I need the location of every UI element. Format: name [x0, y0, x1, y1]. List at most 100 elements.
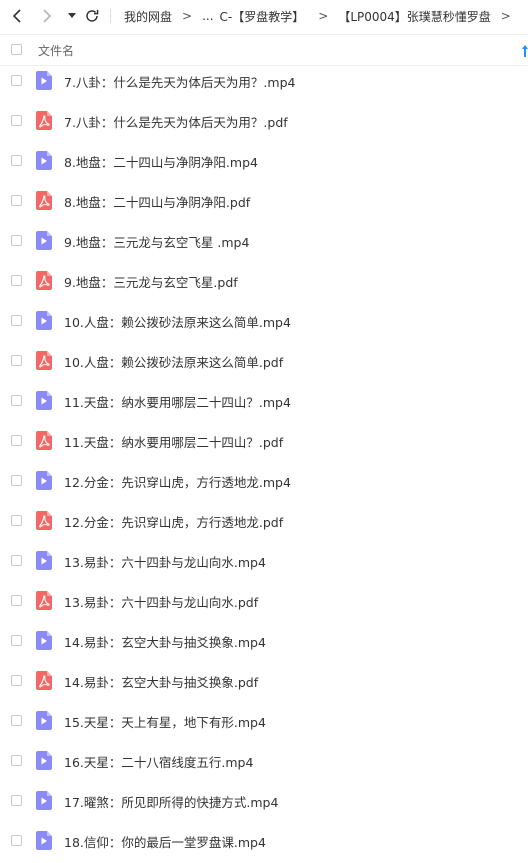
- file-row[interactable]: 10.人盘：赖公拨砂法原来这么简单.mp4: [0, 301, 528, 341]
- pdf-file-icon: [36, 591, 52, 610]
- file-name[interactable]: 7.八卦：什么是先天为体后天为用？.mp4: [64, 72, 295, 91]
- back-button[interactable]: [10, 6, 24, 26]
- file-row[interactable]: 12.分金：先识穿山虎，方行透地龙.mp4: [0, 461, 528, 501]
- breadcrumb-item-folder[interactable]: C-【罗盘教学】: [220, 8, 305, 25]
- file-name[interactable]: 10.人盘：赖公拨砂法原来这么简单.mp4: [64, 312, 291, 331]
- file-row[interactable]: 17.曜煞：所见即所得的快捷方式.mp4: [0, 781, 528, 821]
- file-row[interactable]: 12.分金：先识穿山虎，方行透地龙.pdf: [0, 501, 528, 541]
- file-row[interactable]: 13.易卦：六十四卦与龙山向水.pdf: [0, 581, 528, 621]
- file-row[interactable]: 14.易卦：玄空大卦与抽爻换象.pdf: [0, 661, 528, 701]
- row-checkbox[interactable]: [11, 595, 22, 606]
- row-checkbox[interactable]: [11, 435, 22, 446]
- row-checkbox[interactable]: [11, 115, 22, 126]
- video-file-icon: [36, 631, 52, 650]
- row-checkbox[interactable]: [11, 635, 22, 646]
- breadcrumb-item-current[interactable]: 【LP0004】张璞慧秒懂罗盘: [338, 8, 490, 25]
- row-checkbox[interactable]: [11, 395, 22, 406]
- row-checkbox[interactable]: [11, 475, 22, 486]
- file-name[interactable]: 7.八卦：什么是先天为体后天为用？.pdf: [64, 112, 288, 131]
- row-checkbox[interactable]: [11, 795, 22, 806]
- file-name[interactable]: 11.天盘：纳水要用哪层二十四山？.pdf: [64, 432, 283, 451]
- file-name[interactable]: 17.曜煞：所见即所得的快捷方式.mp4: [64, 792, 278, 811]
- row-checkbox[interactable]: [11, 755, 22, 766]
- video-file-icon: [36, 391, 52, 410]
- file-name[interactable]: 14.易卦：玄空大卦与抽爻换象.pdf: [64, 672, 258, 691]
- chevron-left-icon: [12, 9, 21, 23]
- row-checkbox[interactable]: [11, 275, 22, 286]
- file-name[interactable]: 9.地盘：三元龙与玄空飞星.pdf: [64, 272, 238, 291]
- row-checkbox[interactable]: [11, 75, 22, 86]
- video-file-icon: [36, 711, 52, 730]
- row-checkbox[interactable]: [11, 155, 22, 166]
- file-name[interactable]: 11.天盘：纳水要用哪层二十四山？.mp4: [64, 392, 291, 411]
- file-name[interactable]: 15.天星：天上有星，地下有形.mp4: [64, 712, 266, 731]
- breadcrumb: 我的网盘 > ... C-【罗盘教学】 > 【LP0004】张璞慧秒懂罗盘 >: [124, 0, 521, 32]
- file-name[interactable]: 16.天星：二十八宿线度五行.mp4: [64, 752, 253, 771]
- file-name[interactable]: 8.地盘：二十四山与净阴净阳.pdf: [64, 192, 250, 211]
- row-checkbox[interactable]: [11, 315, 22, 326]
- caret-down-icon: [68, 13, 76, 18]
- column-header-filename[interactable]: 文件名: [38, 42, 74, 59]
- video-file-icon: [36, 151, 52, 170]
- pdf-file-icon: [36, 271, 52, 290]
- file-row[interactable]: 7.八卦：什么是先天为体后天为用？.mp4: [0, 61, 528, 101]
- file-row[interactable]: 18.信仰：你的最后一堂罗盘课.mp4: [0, 821, 528, 861]
- file-row[interactable]: 8.地盘：二十四山与净阴净阳.mp4: [0, 141, 528, 181]
- file-row[interactable]: 9.地盘：三元龙与玄空飞星 .mp4: [0, 221, 528, 261]
- breadcrumb-separator: >: [182, 9, 193, 23]
- breadcrumb-separator: >: [500, 9, 511, 23]
- row-checkbox[interactable]: [11, 675, 22, 686]
- video-file-icon: [36, 831, 52, 850]
- row-checkbox[interactable]: [11, 715, 22, 726]
- file-row[interactable]: 13.易卦：六十四卦与龙山向水.mp4: [0, 541, 528, 581]
- video-file-icon: [36, 231, 52, 250]
- pdf-file-icon: [36, 431, 52, 450]
- file-row[interactable]: 7.八卦：什么是先天为体后天为用？.pdf: [0, 101, 528, 141]
- refresh-icon: [86, 10, 99, 22]
- file-row[interactable]: 16.天星：二十八宿线度五行.mp4: [0, 741, 528, 781]
- refresh-button[interactable]: [84, 6, 100, 26]
- file-name[interactable]: 13.易卦：六十四卦与龙山向水.mp4: [64, 552, 266, 571]
- breadcrumb-separator: >: [318, 9, 329, 23]
- video-file-icon: [36, 71, 52, 90]
- file-name[interactable]: 14.易卦：玄空大卦与抽爻换象.mp4: [64, 632, 266, 651]
- video-file-icon: [36, 471, 52, 490]
- navigation-bar: 我的网盘 > ... C-【罗盘教学】 > 【LP0004】张璞慧秒懂罗盘 >: [0, 0, 528, 32]
- file-row[interactable]: 15.天星：天上有星，地下有形.mp4: [0, 701, 528, 741]
- history-dropdown-button[interactable]: [66, 6, 78, 26]
- file-name[interactable]: 12.分金：先识穿山虎，方行透地龙.pdf: [64, 512, 283, 531]
- file-row[interactable]: 8.地盘：二十四山与净阴净阳.pdf: [0, 181, 528, 221]
- row-checkbox[interactable]: [11, 835, 22, 846]
- row-checkbox[interactable]: [11, 555, 22, 566]
- row-checkbox[interactable]: [11, 235, 22, 246]
- file-row[interactable]: 9.地盘：三元龙与玄空飞星.pdf: [0, 261, 528, 301]
- file-name[interactable]: 12.分金：先识穿山虎，方行透地龙.mp4: [64, 472, 291, 491]
- video-file-icon: [36, 791, 52, 810]
- pdf-file-icon: [36, 511, 52, 530]
- file-row[interactable]: 11.天盘：纳水要用哪层二十四山？.mp4: [0, 381, 528, 421]
- file-row[interactable]: 14.易卦：玄空大卦与抽爻换象.mp4: [0, 621, 528, 661]
- sort-arrow-icon[interactable]: [522, 42, 528, 61]
- file-name[interactable]: 10.人盘：赖公拨砂法原来这么简单.pdf: [64, 352, 283, 371]
- select-all-checkbox[interactable]: [11, 44, 22, 55]
- row-checkbox[interactable]: [11, 195, 22, 206]
- file-name[interactable]: 18.信仰：你的最后一堂罗盘课.mp4: [64, 832, 266, 851]
- video-file-icon: [36, 751, 52, 770]
- nav-divider: [110, 9, 111, 23]
- file-list: 7.八卦：什么是先天为体后天为用？.mp4 7.八卦：什么是先天为体后天为用？.p…: [0, 61, 528, 861]
- breadcrumb-item-root[interactable]: 我的网盘: [124, 8, 172, 25]
- file-name[interactable]: 13.易卦：六十四卦与龙山向水.pdf: [64, 592, 258, 611]
- pdf-file-icon: [36, 671, 52, 690]
- file-name[interactable]: 9.地盘：三元龙与玄空飞星 .mp4: [64, 232, 249, 251]
- file-row[interactable]: 11.天盘：纳水要用哪层二十四山？.pdf: [0, 421, 528, 461]
- file-name[interactable]: 8.地盘：二十四山与净阴净阳.mp4: [64, 152, 258, 171]
- video-file-icon: [36, 311, 52, 330]
- row-checkbox[interactable]: [11, 355, 22, 366]
- file-row[interactable]: 10.人盘：赖公拨砂法原来这么简单.pdf: [0, 341, 528, 381]
- chevron-right-icon: [43, 9, 52, 23]
- pdf-file-icon: [36, 191, 52, 210]
- video-file-icon: [36, 551, 52, 570]
- breadcrumb-item-ellipsis[interactable]: ...: [202, 9, 213, 23]
- forward-button[interactable]: [40, 6, 54, 26]
- row-checkbox[interactable]: [11, 515, 22, 526]
